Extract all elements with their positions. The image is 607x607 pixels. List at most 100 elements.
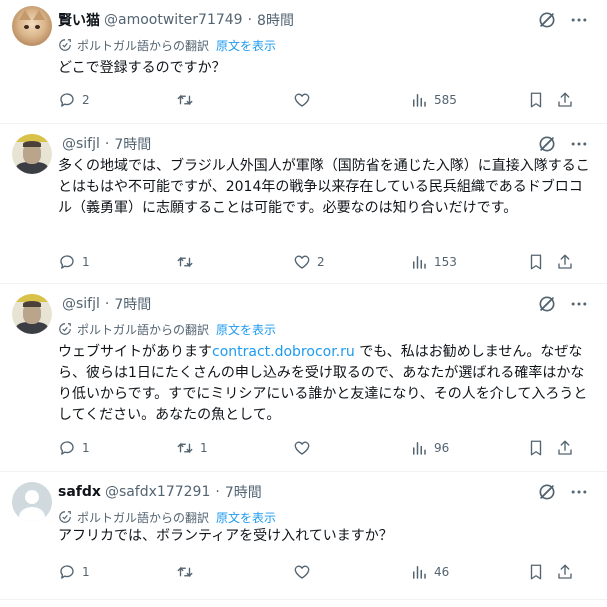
reply-icon (58, 563, 76, 581)
translate-icon (58, 510, 72, 524)
tweet[interactable]: @sifjl · 7時間 ポルトガル語からの翻訳 原文を表示 ウェブサイトがあり… (0, 284, 607, 472)
more-options-icon[interactable] (569, 294, 589, 314)
bookmark-icon (527, 563, 545, 581)
tweet-header: @sifjl · 7時間 (58, 294, 151, 314)
retweet-icon (176, 563, 194, 581)
retweet-button[interactable] (176, 90, 200, 110)
grok-icon[interactable] (537, 10, 557, 30)
avatar[interactable] (12, 294, 52, 334)
timestamp[interactable]: 7時間 (114, 294, 151, 314)
grok-icon[interactable] (537, 134, 557, 154)
more-options-icon[interactable] (569, 10, 589, 30)
like-button[interactable] (293, 562, 317, 582)
tweet-header: 賢い猫 @amootwiter71749 · 8時間 (58, 10, 294, 30)
reply-button[interactable]: 1 (58, 252, 90, 272)
translation-label: ポルトガル語からの翻訳 (77, 510, 210, 525)
separator-dot: · (104, 296, 110, 312)
avatar[interactable] (12, 6, 52, 46)
translation-notice: ポルトガル語からの翻訳 原文を表示 (58, 36, 276, 54)
user-handle[interactable]: @safdx177291 (105, 484, 210, 500)
reply-button[interactable]: 1 (58, 438, 90, 458)
share-icon (556, 439, 574, 457)
reply-icon (58, 91, 76, 109)
retweet-button[interactable] (176, 562, 200, 582)
more-options-icon[interactable] (569, 482, 589, 502)
user-handle[interactable]: @sifjl (62, 296, 100, 312)
reply-count: 1 (82, 565, 90, 579)
tweet-header: @sifjl · 7時間 (58, 134, 151, 154)
action-bar: 1 1 96 (58, 438, 593, 458)
views-icon (410, 91, 428, 109)
heart-icon (293, 563, 311, 581)
reply-button[interactable]: 1 (58, 562, 90, 582)
share-button[interactable] (556, 90, 574, 110)
separator-dot: · (247, 12, 253, 28)
views-icon (410, 439, 428, 457)
like-button[interactable] (293, 438, 317, 458)
avatar[interactable] (12, 482, 52, 522)
view-count: 585 (434, 93, 457, 107)
like-count: 2 (317, 255, 325, 269)
text-segment: ウェブサイトがあります (58, 344, 212, 360)
views-button[interactable]: 153 (410, 252, 457, 272)
retweet-icon (176, 253, 194, 271)
more-options-icon[interactable] (569, 134, 589, 154)
tweet-text: どこで登録するのですか？ (58, 60, 226, 76)
tweet[interactable]: safdx @safdx177291 · 7時間 ポルトガル語からの翻訳 原文を… (0, 472, 607, 600)
user-name[interactable]: 賢い猫 (58, 10, 100, 30)
timestamp[interactable]: 8時間 (257, 10, 294, 30)
translation-label: ポルトガル語からの翻訳 (77, 322, 210, 337)
view-count: 96 (434, 441, 450, 455)
avatar[interactable] (12, 134, 52, 174)
view-count: 153 (434, 255, 457, 269)
share-button[interactable] (556, 438, 574, 458)
retweet-button[interactable] (176, 252, 200, 272)
bookmark-button[interactable] (527, 90, 545, 110)
views-button[interactable]: 585 (410, 90, 457, 110)
views-button[interactable]: 46 (410, 562, 449, 582)
heart-icon (293, 439, 311, 457)
action-bar: 2 585 (58, 90, 593, 110)
website-link[interactable]: contract.dobrocor.ru (212, 344, 355, 360)
action-bar: 1 46 (58, 562, 593, 582)
show-original-link[interactable]: 原文を表示 (216, 509, 276, 526)
like-button[interactable] (293, 90, 317, 110)
tweet-text: ウェブサイトがありますcontract.dobrocor.ru でも、私はお勧め… (58, 342, 593, 426)
tweet-text: アフリカでは、ボランティアを受け入れていますか？ (58, 528, 393, 544)
share-button[interactable] (556, 562, 574, 582)
show-original-link[interactable]: 原文を表示 (216, 37, 276, 54)
bookmark-button[interactable] (527, 438, 545, 458)
translate-icon (58, 322, 72, 336)
action-bar: 1 2 153 (58, 252, 593, 272)
retweet-icon (176, 439, 194, 457)
show-original-link[interactable]: 原文を表示 (216, 321, 276, 338)
tweet[interactable]: 賢い猫 @amootwiter71749 · 8時間 ポルトガル語からの翻訳 原… (0, 0, 607, 124)
bookmark-button[interactable] (527, 562, 545, 582)
tweet[interactable]: @sifjl · 7時間 多くの地域では、ブラジル人外国人が軍隊（国防省を通じた… (0, 124, 607, 284)
user-name[interactable]: safdx (58, 484, 101, 500)
reply-icon (58, 439, 76, 457)
reply-icon (58, 253, 76, 271)
reply-button[interactable]: 2 (58, 90, 90, 110)
timestamp[interactable]: 7時間 (225, 482, 262, 502)
tweet-header: safdx @safdx177291 · 7時間 (58, 482, 262, 502)
bookmark-icon (527, 91, 545, 109)
retweet-button[interactable]: 1 (176, 438, 208, 458)
bookmark-icon (527, 253, 545, 271)
bookmark-button[interactable] (527, 252, 545, 272)
timestamp[interactable]: 7時間 (114, 134, 151, 154)
reply-count: 2 (82, 93, 90, 107)
like-button[interactable]: 2 (293, 252, 325, 272)
views-icon (410, 253, 428, 271)
grok-icon[interactable] (537, 294, 557, 314)
retweet-count: 1 (200, 441, 208, 455)
user-handle[interactable]: @amootwiter71749 (104, 12, 243, 28)
grok-icon[interactable] (537, 482, 557, 502)
views-button[interactable]: 96 (410, 438, 449, 458)
translation-notice: ポルトガル語からの翻訳 原文を表示 (58, 320, 276, 338)
share-button[interactable] (556, 252, 574, 272)
translate-icon (58, 38, 72, 52)
user-handle[interactable]: @sifjl (62, 136, 100, 152)
share-icon (556, 563, 574, 581)
heart-icon (293, 91, 311, 109)
